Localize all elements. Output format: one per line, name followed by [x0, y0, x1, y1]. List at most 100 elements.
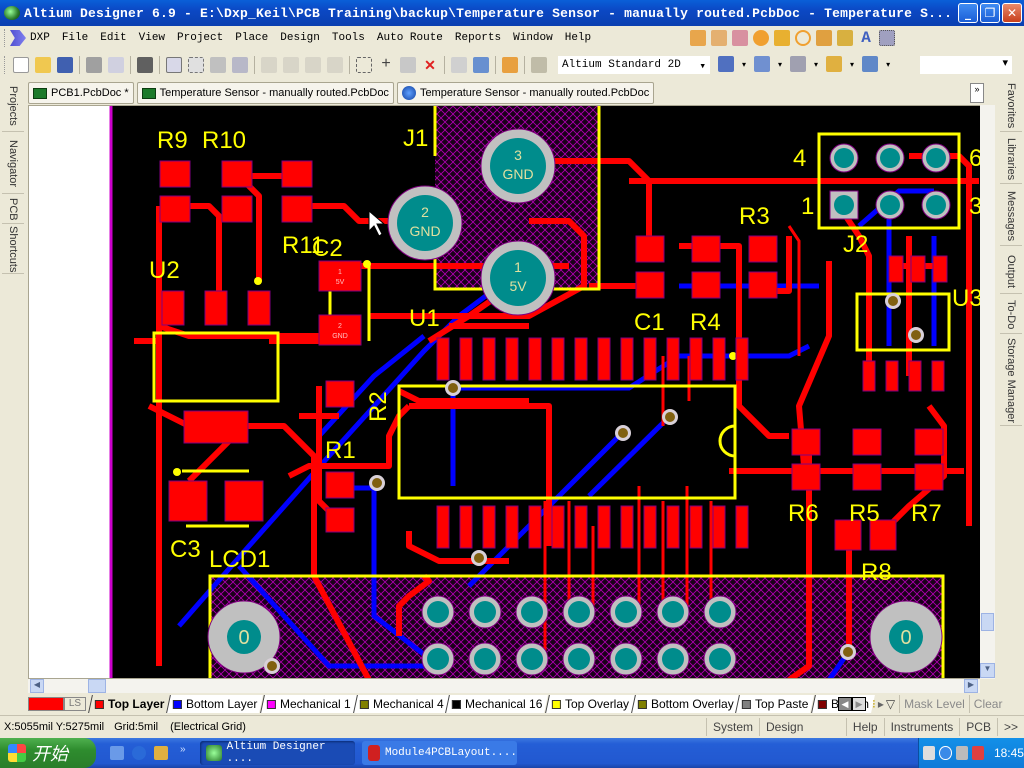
paste-icon[interactable]: [305, 57, 321, 73]
panel-tab-pcb[interactable]: PCB: [2, 196, 24, 224]
pcb-panel-button[interactable]: PCB: [959, 718, 997, 736]
design-compiler-panel-button[interactable]: Design Compiler: [759, 718, 846, 752]
toolbar-grip[interactable]: [4, 29, 7, 47]
browse-components-icon[interactable]: [531, 57, 547, 73]
menu-reports[interactable]: Reports: [455, 32, 501, 44]
panel-tab-todo[interactable]: To-Do: [1000, 296, 1022, 334]
vertical-scroll-thumb[interactable]: [981, 613, 994, 631]
layer-tab-top-overlay[interactable]: Top Overlay: [544, 695, 635, 713]
deselect-icon[interactable]: [400, 57, 416, 73]
layer-tab-bottom-overlay[interactable]: Bottom Overlay: [630, 695, 740, 713]
panel-tab-output[interactable]: Output: [1000, 250, 1022, 294]
current-layer-swatch[interactable]: [28, 697, 64, 711]
security-alert-icon[interactable]: [971, 746, 984, 760]
panel-tab-libraries[interactable]: Libraries: [1000, 136, 1022, 184]
view-mode-select[interactable]: Altium Standard 2D ▾: [558, 56, 710, 74]
layer-scroll-left-button[interactable]: ◀: [838, 697, 852, 711]
zoom-area-icon[interactable]: [188, 57, 204, 73]
mask-level-button[interactable]: Mask Level: [899, 695, 969, 713]
menu-help[interactable]: Help: [565, 32, 591, 44]
network-icon[interactable]: [955, 746, 968, 760]
layer-tab-mechanical-16[interactable]: Mechanical 16: [445, 695, 549, 713]
zoom-fit-icon[interactable]: [166, 57, 182, 73]
horizontal-scrollbar[interactable]: ◀ ▶: [28, 679, 980, 693]
clear-button[interactable]: Clear: [968, 695, 1007, 713]
menu-window[interactable]: Window: [513, 32, 553, 44]
fill-icon[interactable]: [816, 30, 832, 46]
filter-icon[interactable]: ▽: [886, 697, 895, 711]
tab-pcb1[interactable]: PCB1.PcbDoc *: [28, 82, 134, 104]
taskbar-item-pdf[interactable]: Module4PCBLayout....: [362, 741, 517, 765]
undo-icon[interactable]: [451, 57, 467, 73]
interactive-route-icon[interactable]: [690, 30, 706, 46]
tab-temperature-sensor-browser[interactable]: Temperature Sensor - manually routed.Pcb…: [396, 82, 655, 104]
copy-icon[interactable]: [283, 57, 299, 73]
quicklaunch-more-icon[interactable]: »: [180, 744, 186, 755]
cut-icon[interactable]: [261, 57, 277, 73]
redo-icon[interactable]: [473, 57, 489, 73]
layer-set-button[interactable]: LS: [64, 697, 86, 711]
minimize-button[interactable]: _: [958, 3, 978, 23]
vertical-scrollbar[interactable]: ▼: [980, 105, 995, 679]
move-icon[interactable]: +: [378, 56, 394, 73]
close-button[interactable]: ✕: [1002, 3, 1022, 23]
menu-view[interactable]: View: [139, 32, 165, 44]
chevron-down-icon[interactable]: ▾: [814, 60, 818, 69]
ie-icon[interactable]: [132, 746, 146, 760]
utilities-icon[interactable]: [718, 56, 734, 72]
open-icon[interactable]: [35, 57, 51, 73]
find-similar-icon[interactable]: [790, 56, 807, 72]
panel-tab-navigator[interactable]: Navigator: [2, 134, 24, 194]
start-button[interactable]: 开始: [0, 738, 96, 768]
pcb-canvas[interactable]: 3 GND 2 GND 1 5V 0 0 1 5V 2 GND R9 R10 J…: [28, 105, 994, 679]
menu-auto-route[interactable]: Auto Route: [377, 32, 443, 44]
new-icon[interactable]: [13, 57, 29, 73]
scroll-left-button[interactable]: ◀: [30, 679, 44, 693]
dimension-icon[interactable]: [826, 56, 843, 72]
chevron-down-icon[interactable]: ▾: [850, 60, 854, 69]
arc-icon[interactable]: [795, 30, 811, 46]
layer-scroll-right-button[interactable]: ▶: [852, 697, 866, 711]
panel-tab-favorites[interactable]: Favorites: [1000, 80, 1022, 132]
layer-tab-mechanical-4[interactable]: Mechanical 4: [352, 695, 450, 713]
differential-route-icon[interactable]: [711, 30, 727, 46]
scroll-down-button[interactable]: ▼: [980, 663, 995, 678]
chevron-down-icon[interactable]: ▾: [742, 60, 746, 69]
layer-menu-arrow-icon[interactable]: ▸: [878, 697, 884, 711]
align-icon[interactable]: [754, 56, 771, 72]
tab-temperature-sensor-pcb[interactable]: Temperature Sensor - manually routed.Pcb…: [136, 82, 394, 104]
chevron-down-icon[interactable]: ▾: [778, 60, 782, 69]
layer-tab-bottom-layer[interactable]: Bottom Layer: [166, 695, 264, 713]
clear-filter-icon[interactable]: ✕: [422, 57, 438, 73]
help-panel-button[interactable]: Help: [845, 718, 884, 736]
system-panel-button[interactable]: System: [706, 718, 759, 736]
string-icon[interactable]: A: [858, 30, 874, 46]
menu-tools[interactable]: Tools: [332, 32, 365, 44]
pad-icon[interactable]: [774, 30, 790, 46]
via-icon[interactable]: [753, 30, 769, 46]
panel-tab-shortcuts[interactable]: Shortcuts: [2, 226, 24, 274]
print-preview-icon[interactable]: [108, 57, 124, 73]
keyboard-icon[interactable]: [923, 746, 936, 760]
menu-project[interactable]: Project: [177, 32, 223, 44]
more-tabs-button[interactable]: »: [970, 83, 984, 103]
menu-file[interactable]: File: [62, 32, 88, 44]
taskbar-item-altium[interactable]: Altium Designer ....: [200, 741, 355, 765]
multi-route-icon[interactable]: [732, 30, 748, 46]
more-panels-button[interactable]: >>: [996, 718, 1024, 736]
component-icon[interactable]: [879, 30, 895, 46]
menu-dxp[interactable]: DXP: [30, 32, 50, 44]
save-icon[interactable]: [57, 57, 73, 73]
instruments-panel-button[interactable]: Instruments: [883, 718, 960, 736]
polygon-icon[interactable]: [837, 30, 853, 46]
layer-tab-top-layer[interactable]: Top Layer: [88, 695, 171, 713]
rubber-stamp-icon[interactable]: [327, 57, 343, 73]
filter-select[interactable]: ▾: [920, 56, 1012, 74]
panel-tab-projects[interactable]: Projects: [2, 80, 24, 132]
chevron-down-icon[interactable]: ▾: [886, 60, 890, 69]
scroll-right-button[interactable]: ▶: [964, 679, 978, 693]
horizontal-scroll-thumb[interactable]: [88, 679, 106, 693]
select-area-icon[interactable]: [356, 57, 372, 73]
menu-place[interactable]: Place: [235, 32, 268, 44]
menu-edit[interactable]: Edit: [100, 32, 126, 44]
